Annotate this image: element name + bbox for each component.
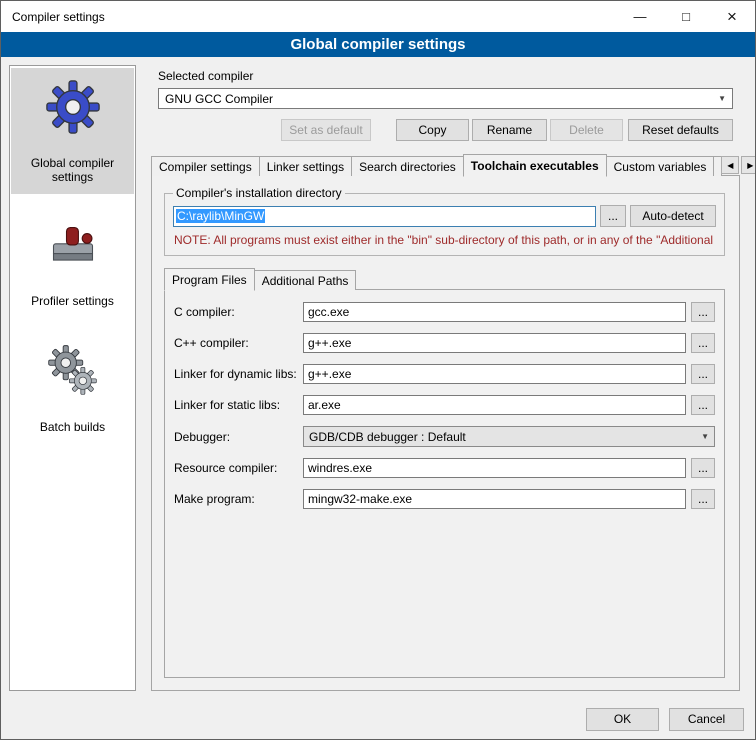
installation-directory-legend: Compiler's installation directory	[173, 186, 345, 200]
window-title: Compiler settings	[12, 10, 105, 24]
linker-static-browse-button[interactable]: ...	[691, 395, 715, 415]
browse-directory-button[interactable]: ...	[600, 205, 626, 227]
field-row: Resource compiler: windres.exe ...	[174, 458, 715, 478]
delete-button[interactable]: Delete	[550, 119, 623, 141]
maximize-icon: □	[682, 9, 690, 24]
compiler-settings-dialog: Compiler settings — □ × Global compiler …	[0, 0, 756, 740]
c-compiler-input[interactable]: gcc.exe	[303, 302, 686, 322]
field-row: Linker for static libs: ar.exe ...	[174, 395, 715, 415]
installation-directory-row: C:\raylib\MinGW ... Auto-detect	[173, 205, 716, 227]
tab-scroll-arrows: ◀ ▶	[721, 156, 756, 174]
compiler-select-value: GNU GCC Compiler	[165, 92, 273, 106]
grey-gears-icon	[46, 344, 100, 398]
blue-gear-icon	[46, 80, 100, 134]
cpp-compiler-value: g++.exe	[308, 336, 351, 350]
field-row: Linker for dynamic libs: g++.exe ...	[174, 364, 715, 384]
compiler-select[interactable]: GNU GCC Compiler ▼	[158, 88, 733, 109]
profiler-plane-icon	[47, 220, 99, 272]
field-row: C compiler: gcc.exe ...	[174, 302, 715, 322]
program-files-page: C compiler: gcc.exe ... C++ compiler: g+…	[164, 289, 725, 678]
resource-compiler-browse-button[interactable]: ...	[691, 458, 715, 478]
auto-detect-button[interactable]: Auto-detect	[630, 205, 716, 227]
debugger-label: Debugger:	[174, 430, 298, 444]
resource-compiler-value: windres.exe	[308, 461, 372, 475]
copy-button[interactable]: Copy	[396, 119, 469, 141]
toolchain-tab-page: Compiler's installation directory C:\ray…	[151, 175, 740, 691]
close-icon: ×	[727, 7, 737, 27]
c-compiler-browse-button[interactable]: ...	[691, 302, 715, 322]
linker-dynamic-browse-button[interactable]: ...	[691, 364, 715, 384]
settings-tab-bar: Compiler settings Linker settings Search…	[151, 154, 740, 176]
tab-custom-variables[interactable]: Custom variables	[606, 156, 715, 176]
compiler-buttons-row: Set as default Copy Rename Delete Reset …	[158, 119, 733, 141]
reset-defaults-button[interactable]: Reset defaults	[628, 119, 733, 141]
tab-additional-paths[interactable]: Additional Paths	[254, 270, 357, 290]
dialog-footer: OK Cancel	[1, 699, 755, 739]
linker-static-input[interactable]: ar.exe	[303, 395, 686, 415]
c-compiler-value: gcc.exe	[308, 305, 349, 319]
cancel-button[interactable]: Cancel	[669, 708, 744, 731]
tab-program-files[interactable]: Program Files	[164, 268, 255, 291]
maximize-button[interactable]: □	[663, 1, 709, 32]
field-row: Debugger: GDB/CDB debugger : Default ▼	[174, 426, 715, 447]
linker-dynamic-value: g++.exe	[308, 367, 351, 381]
minimize-icon: —	[634, 9, 647, 24]
make-program-label: Make program:	[174, 492, 298, 506]
arrow-right-icon: ▶	[747, 161, 753, 170]
arrow-left-icon: ◀	[727, 161, 733, 170]
tab-compiler-settings[interactable]: Compiler settings	[151, 156, 260, 176]
cpp-compiler-browse-button[interactable]: ...	[691, 333, 715, 353]
make-program-value: mingw32-make.exe	[308, 492, 412, 506]
make-program-browse-button[interactable]: ...	[691, 489, 715, 509]
program-files-tab-bar: Program Files Additional Paths	[164, 268, 725, 290]
chevron-down-icon: ▼	[718, 94, 726, 103]
selected-compiler-label: Selected compiler	[158, 69, 733, 83]
installation-directory-group: Compiler's installation directory C:\ray…	[164, 186, 725, 256]
debugger-value: GDB/CDB debugger : Default	[309, 430, 466, 444]
resource-compiler-label: Resource compiler:	[174, 461, 298, 475]
titlebar[interactable]: Compiler settings — □ ×	[1, 1, 755, 32]
field-row: Make program: mingw32-make.exe ...	[174, 489, 715, 509]
sidebar-item-label: Profiler settings	[17, 294, 129, 308]
sidebar-item-label: Global compiler settings	[17, 156, 129, 184]
tab-scroll-left-button[interactable]: ◀	[721, 156, 739, 174]
page-title: Global compiler settings	[1, 32, 755, 57]
linker-dynamic-label: Linker for dynamic libs:	[174, 367, 298, 381]
linker-dynamic-input[interactable]: g++.exe	[303, 364, 686, 384]
chevron-down-icon: ▼	[701, 432, 709, 441]
sidebar-item-label: Batch builds	[17, 420, 129, 434]
resource-compiler-input[interactable]: windres.exe	[303, 458, 686, 478]
tab-scroll-right-button[interactable]: ▶	[741, 156, 756, 174]
sidebar-item-global-compiler-settings[interactable]: Global compiler settings	[11, 68, 134, 194]
dialog-body: Global compiler settings Profiler settin…	[1, 57, 755, 699]
ok-button[interactable]: OK	[586, 708, 659, 731]
make-program-input[interactable]: mingw32-make.exe	[303, 489, 686, 509]
installation-directory-value: C:\raylib\MinGW	[176, 209, 265, 223]
tab-linker-settings[interactable]: Linker settings	[259, 156, 352, 176]
linker-static-value: ar.exe	[308, 398, 341, 412]
set-as-default-button[interactable]: Set as default	[281, 119, 371, 141]
sidebar: Global compiler settings Profiler settin…	[9, 65, 136, 691]
c-compiler-label: C compiler:	[174, 305, 298, 319]
sidebar-item-batch-builds[interactable]: Batch builds	[11, 332, 134, 444]
cpp-compiler-input[interactable]: g++.exe	[303, 333, 686, 353]
cpp-compiler-label: C++ compiler:	[174, 336, 298, 350]
sidebar-item-profiler-settings[interactable]: Profiler settings	[11, 208, 134, 318]
main-panel: Selected compiler GNU GCC Compiler ▼ Set…	[146, 65, 747, 691]
field-row: C++ compiler: g++.exe ...	[174, 333, 715, 353]
debugger-select[interactable]: GDB/CDB debugger : Default ▼	[303, 426, 715, 447]
minimize-button[interactable]: —	[617, 1, 663, 32]
installation-directory-input[interactable]: C:\raylib\MinGW	[173, 206, 596, 227]
linker-static-label: Linker for static libs:	[174, 398, 298, 412]
rename-button[interactable]: Rename	[472, 119, 547, 141]
window-controls: — □ ×	[617, 1, 755, 32]
close-button[interactable]: ×	[709, 1, 755, 32]
tab-search-directories[interactable]: Search directories	[351, 156, 464, 176]
bin-subdirectory-note: NOTE: All programs must exist either in …	[174, 233, 715, 247]
tab-toolchain-executables[interactable]: Toolchain executables	[463, 154, 607, 177]
